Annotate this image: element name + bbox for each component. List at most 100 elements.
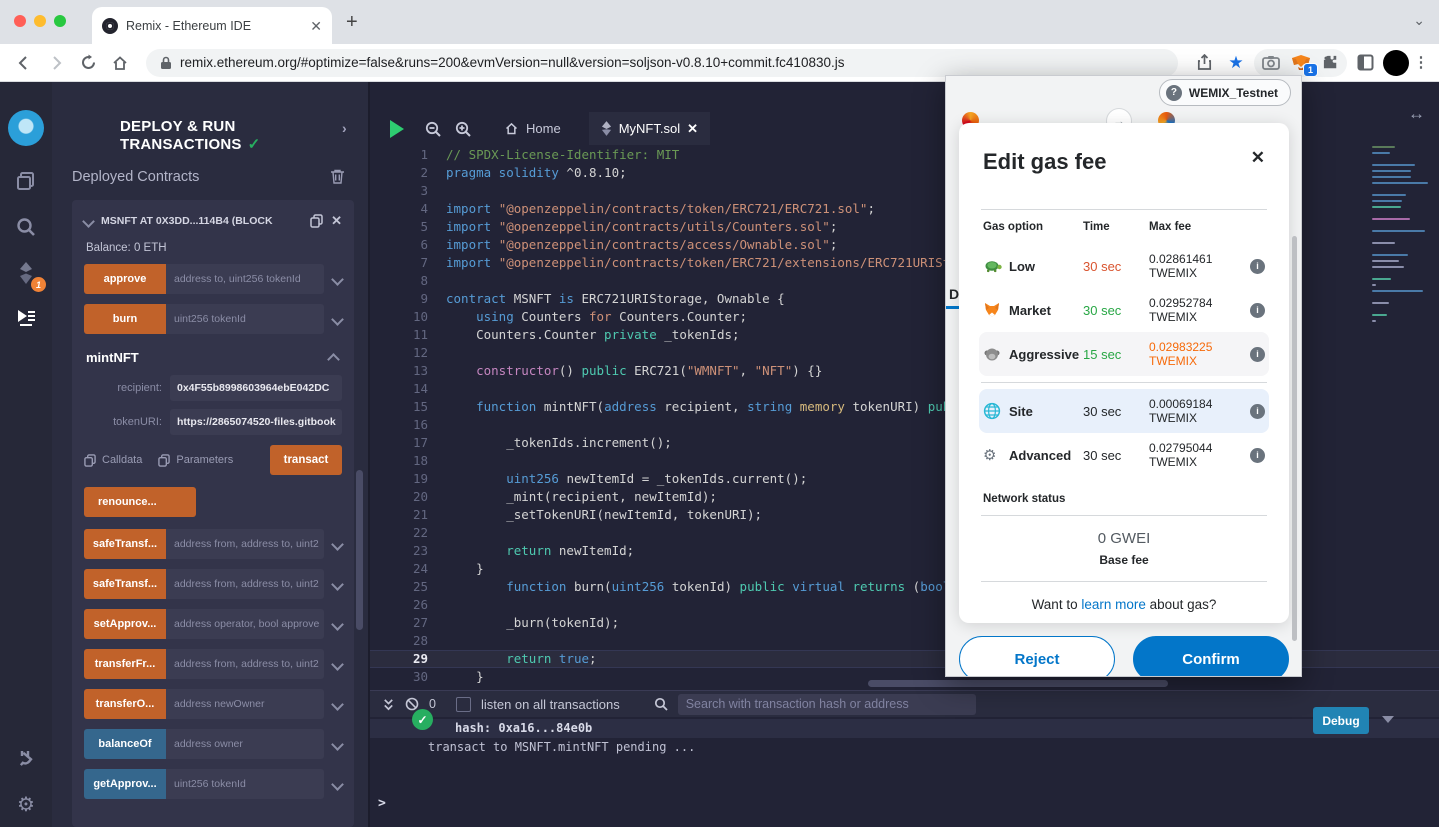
copy-address-icon[interactable] <box>310 214 323 228</box>
editor-horizontal-scrollbar[interactable] <box>868 680 1168 687</box>
confirm-button[interactable]: Confirm <box>1133 636 1289 676</box>
expand-chevron-icon[interactable] <box>331 777 344 791</box>
zoom-out-icon[interactable] <box>424 120 442 138</box>
tab-overflow-chevron-icon[interactable]: ⌄ <box>1413 12 1425 29</box>
terminal-prompt[interactable]: > <box>378 796 386 811</box>
network-pill[interactable]: ? WEMIX_Testnet <box>1158 79 1291 106</box>
contract-expand-chevron-icon[interactable] <box>82 214 95 228</box>
sidebar-toggle-icon[interactable] <box>1351 49 1379 77</box>
copy-parameters-icon[interactable] <box>158 453 171 467</box>
panel-scrollbar[interactable] <box>356 470 363 630</box>
terminal-search-input[interactable] <box>677 693 976 715</box>
fn-bottom-button-4[interactable]: transferO... <box>84 689 166 719</box>
home-button[interactable] <box>106 49 134 77</box>
fn-bottom-input-4[interactable]: address newOwner <box>166 689 324 719</box>
gas-option-site[interactable]: Site 30 sec 0.00069184 TWEMIX i <box>979 389 1269 433</box>
search-icon[interactable] <box>0 204 52 250</box>
fn-top-button-1[interactable]: burn <box>84 304 166 334</box>
calldata-label[interactable]: Calldata <box>102 454 142 466</box>
fn-bottom-input-5[interactable]: address owner <box>166 729 324 759</box>
fn-top-button-0[interactable]: approve <box>84 264 166 294</box>
mint-collapse-chevron-icon[interactable] <box>327 353 340 366</box>
tab-close-icon[interactable]: ✕ <box>310 19 322 33</box>
tab-home[interactable]: Home <box>492 112 573 145</box>
profile-avatar[interactable] <box>1383 49 1409 76</box>
popup-scrollbar[interactable] <box>1292 236 1297 641</box>
learn-more-link[interactable]: learn more <box>1081 597 1146 612</box>
run-script-play-icon[interactable] <box>390 119 404 138</box>
expand-chevron-icon[interactable] <box>331 577 344 591</box>
close-file-tab-icon[interactable]: ✕ <box>687 121 698 137</box>
recipient-field[interactable]: 0x4F55b8998603964ebE042DC <box>170 375 342 401</box>
fn-bottom-input-2[interactable]: address operator, bool approve <box>166 609 324 639</box>
fn-bottom-button-5[interactable]: balanceOf <box>84 729 166 759</box>
debug-dropdown-chevron-icon[interactable] <box>1382 716 1394 723</box>
metamask-extension-icon[interactable]: 1 <box>1290 53 1318 77</box>
remix-logo-icon[interactable] <box>0 98 52 158</box>
debug-button[interactable]: Debug <box>1313 707 1369 734</box>
bookmark-star-icon[interactable]: ★ <box>1222 49 1250 77</box>
fn-bottom-button-1[interactable]: safeTransf... <box>84 569 166 599</box>
fn-bottom-button-6[interactable]: getApprov... <box>84 769 166 799</box>
expand-chevron-icon[interactable] <box>331 737 344 751</box>
panel-collapse-chevron-icon[interactable]: › <box>342 120 347 136</box>
share-icon[interactable] <box>1190 49 1218 77</box>
back-button[interactable] <box>10 49 38 77</box>
clear-console-icon[interactable] <box>405 697 419 711</box>
gas-option-low[interactable]: Low 30 sec 0.02861461 TWEMIX i <box>979 244 1269 288</box>
expand-chevron-icon[interactable] <box>331 272 344 286</box>
parameters-label[interactable]: Parameters <box>176 454 233 466</box>
solidity-compiler-icon[interactable]: 1 <box>0 250 52 296</box>
editor-minimap[interactable] <box>1372 146 1430 326</box>
expand-chevron-icon[interactable] <box>331 657 344 671</box>
close-window-button[interactable] <box>14 15 26 27</box>
info-icon[interactable]: i <box>1250 258 1265 274</box>
fn-bottom-input-1[interactable]: address from, address to, uint2 <box>166 569 324 599</box>
copy-calldata-icon[interactable] <box>84 453 96 467</box>
remove-contract-icon[interactable]: ✕ <box>331 213 342 229</box>
fn-bottom-input-0[interactable]: address from, address to, uint2 <box>166 529 324 559</box>
renounce-button[interactable]: renounce... <box>84 487 196 517</box>
browser-tab[interactable]: Remix - Ethereum IDE ✕ <box>92 7 332 44</box>
camera-extension-icon[interactable] <box>1262 55 1280 70</box>
expand-chevron-icon[interactable] <box>331 617 344 631</box>
horizontal-resize-icon[interactable]: ↔ <box>1408 104 1425 124</box>
deploy-run-icon[interactable] <box>0 296 52 342</box>
gas-option-market[interactable]: Market 30 sec 0.02952784 TWEMIX i <box>979 288 1269 332</box>
forward-button[interactable] <box>42 49 70 77</box>
url-bar[interactable]: remix.ethereum.org/#optimize=false&runs=… <box>146 48 1178 77</box>
zoom-in-icon[interactable] <box>454 120 472 138</box>
expand-chevron-icon[interactable] <box>331 312 344 326</box>
fn-bottom-input-3[interactable]: address from, address to, uint2 <box>166 649 324 679</box>
settings-gear-icon[interactable]: ⚙ <box>0 781 52 827</box>
modal-close-icon[interactable]: ✕ <box>1251 149 1265 166</box>
new-tab-button[interactable]: + <box>346 11 358 34</box>
fn-bottom-button-0[interactable]: safeTransf... <box>84 529 166 559</box>
info-icon[interactable]: i <box>1250 302 1265 318</box>
fn-bottom-button-2[interactable]: setApprov... <box>84 609 166 639</box>
tx-hash-line[interactable]: hash: 0xa16...84e0b <box>455 721 592 735</box>
listen-checkbox[interactable] <box>455 696 471 712</box>
transact-button[interactable]: transact <box>270 445 342 475</box>
extensions-puzzle-icon[interactable] <box>1322 54 1339 71</box>
expand-chevron-icon[interactable] <box>331 697 344 711</box>
info-icon[interactable]: i <box>1250 447 1265 463</box>
info-icon[interactable]: i <box>1250 403 1265 419</box>
expand-chevron-icon[interactable] <box>331 537 344 551</box>
reload-button[interactable] <box>74 49 102 77</box>
info-icon[interactable]: i <box>1250 346 1265 362</box>
tab-mynft-sol[interactable]: MyNFT.sol ✕ <box>588 112 710 145</box>
minimize-window-button[interactable] <box>34 15 46 27</box>
tokenuri-field[interactable]: https://2865074520-files.gitbook <box>170 409 342 435</box>
fn-bottom-input-6[interactable]: uint256 tokenId <box>166 769 324 799</box>
gas-option-advanced[interactable]: ⚙ Advanced 30 sec 0.02795044 TWEMIX i <box>979 433 1269 477</box>
details-tab-partial[interactable]: D <box>949 286 959 302</box>
fn-bottom-button-3[interactable]: transferFr... <box>84 649 166 679</box>
file-explorer-icon[interactable] <box>0 158 52 204</box>
fn-top-input-1[interactable]: uint256 tokenId <box>166 304 324 334</box>
reject-button[interactable]: Reject <box>959 636 1115 676</box>
chrome-menu-icon[interactable]: ⋮ <box>1413 49 1429 77</box>
maximize-window-button[interactable] <box>54 15 66 27</box>
expand-terminal-chevrons-icon[interactable] <box>382 698 395 711</box>
clear-contracts-trash-icon[interactable] <box>330 168 345 184</box>
